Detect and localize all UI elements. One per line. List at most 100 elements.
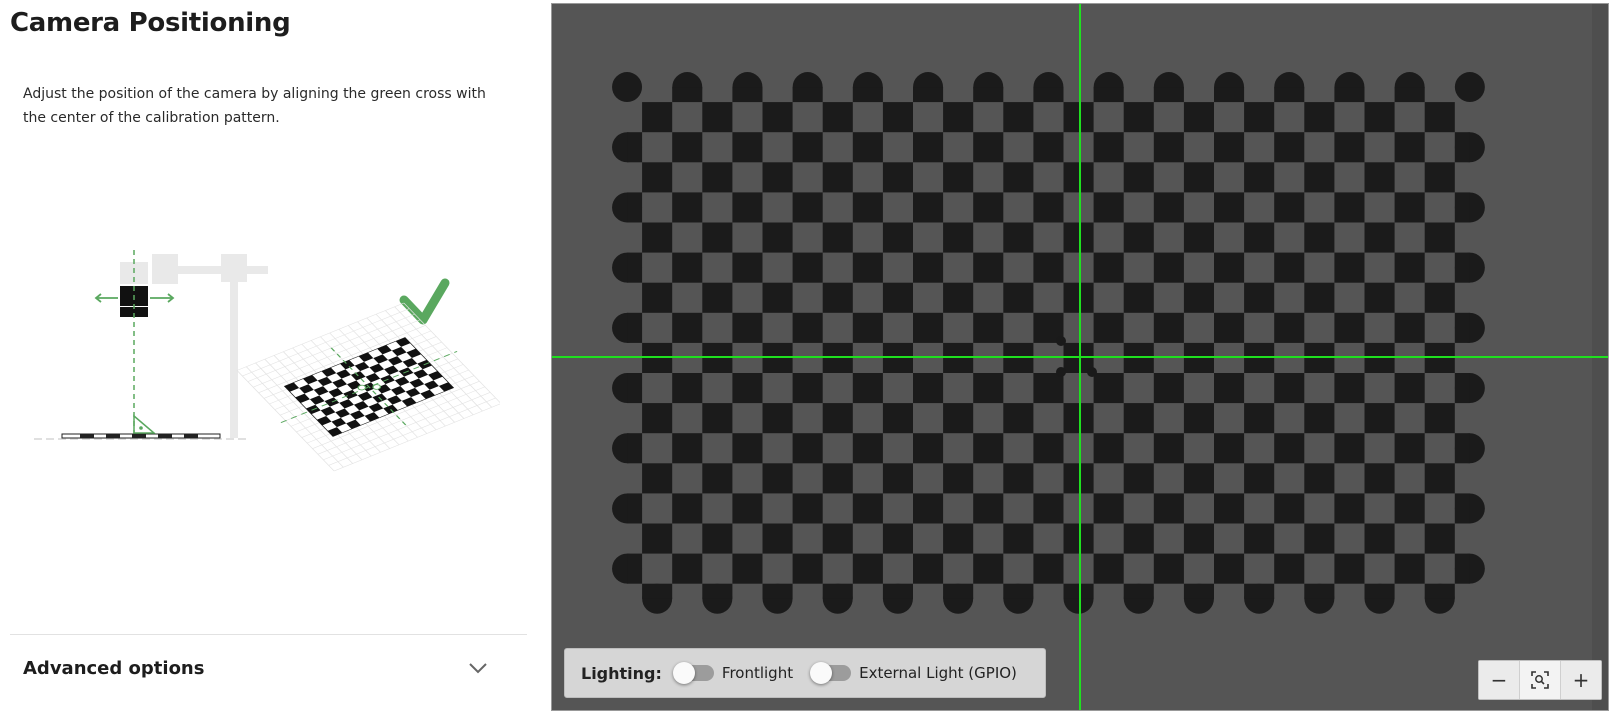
pattern-cell xyxy=(1093,433,1124,464)
advanced-options-toggle[interactable]: Advanced options xyxy=(10,648,510,688)
pattern-cell xyxy=(1244,102,1275,133)
pattern-cell xyxy=(943,162,974,193)
pattern-cell xyxy=(1364,102,1395,133)
pattern-cell xyxy=(672,312,703,343)
pattern-cell xyxy=(1093,553,1124,584)
pattern-cell xyxy=(702,222,733,253)
pattern-cell xyxy=(1274,192,1305,223)
pattern-cell xyxy=(1304,282,1335,313)
pattern-cell xyxy=(973,87,1004,103)
frontlight-toggle[interactable] xyxy=(672,662,714,684)
pattern-cell xyxy=(792,312,823,343)
pattern-cell xyxy=(1153,132,1184,163)
pattern-cell xyxy=(1123,523,1154,554)
pattern-cell xyxy=(943,403,974,434)
pattern-cell xyxy=(762,583,793,599)
instructions-panel: Camera Positioning Adjust the position o… xyxy=(0,0,530,718)
pattern-cell xyxy=(1364,523,1395,554)
pattern-cell xyxy=(1214,553,1245,584)
pattern-cell xyxy=(1304,162,1335,193)
chevron-down-icon[interactable] xyxy=(466,656,490,680)
pattern-cell xyxy=(1153,553,1184,584)
zoom-fit-button[interactable] xyxy=(1519,661,1561,699)
pattern-cell xyxy=(1334,493,1365,524)
pattern-cell xyxy=(732,553,763,584)
pattern-cell xyxy=(1424,403,1455,434)
pattern-cell xyxy=(1093,493,1124,524)
pattern-cell xyxy=(732,132,763,163)
pattern-cell xyxy=(732,493,763,524)
pattern-cell xyxy=(973,433,1004,464)
pattern-cell xyxy=(627,373,643,404)
pattern-cell xyxy=(627,493,643,524)
pattern-cell xyxy=(882,583,913,599)
pattern-cell xyxy=(1334,252,1365,283)
camera-positioning-illustration xyxy=(34,250,500,472)
pattern-cell xyxy=(1394,312,1425,343)
pattern-cell xyxy=(1183,162,1214,193)
pattern-cell xyxy=(913,252,944,283)
checkmark-icon xyxy=(399,278,450,325)
pattern-cell xyxy=(792,553,823,584)
pattern-cell xyxy=(1003,523,1034,554)
pattern-cell xyxy=(1334,132,1365,163)
pattern-cell xyxy=(792,493,823,524)
pattern-cell xyxy=(1424,162,1455,193)
pattern-cell xyxy=(1153,433,1184,464)
lighting-controls: Lighting: Frontlight External Light (GPI… xyxy=(564,648,1046,698)
pattern-cell xyxy=(1454,433,1470,464)
zoom-fit-icon xyxy=(1531,671,1549,689)
external-light-toggle[interactable] xyxy=(810,662,852,684)
pattern-cell xyxy=(882,403,913,434)
pattern-cell xyxy=(1364,162,1395,193)
pattern-cell xyxy=(822,222,853,253)
pattern-cell xyxy=(1093,87,1124,103)
pattern-cell xyxy=(1214,132,1245,163)
pattern-cell xyxy=(1183,102,1214,133)
pattern-cell xyxy=(913,493,944,524)
pattern-cell xyxy=(1183,583,1214,599)
pattern-cell xyxy=(1183,222,1214,253)
pattern-cell xyxy=(672,553,703,584)
pattern-cell xyxy=(1003,282,1034,313)
pattern-cell xyxy=(1454,493,1470,524)
pattern-cell xyxy=(792,132,823,163)
zoom-out-button[interactable]: − xyxy=(1479,661,1519,699)
pattern-cell xyxy=(1033,553,1064,584)
pattern-cell xyxy=(852,553,883,584)
pattern-cell xyxy=(1153,87,1184,103)
pattern-cell xyxy=(702,162,733,193)
pattern-cell xyxy=(1394,553,1425,584)
pattern-cell xyxy=(1003,403,1034,434)
pattern-cell xyxy=(642,222,673,253)
pattern-cell xyxy=(1274,252,1305,283)
pattern-cell xyxy=(822,403,853,434)
pattern-cell xyxy=(1304,403,1335,434)
pattern-cell xyxy=(882,463,913,494)
pattern-cell xyxy=(913,192,944,223)
pattern-cell xyxy=(1153,373,1184,404)
pattern-cell xyxy=(1274,433,1305,464)
pattern-cell xyxy=(1394,192,1425,223)
pattern-cell xyxy=(1454,312,1470,343)
pattern-cell xyxy=(1334,312,1365,343)
pattern-cell xyxy=(792,192,823,223)
pattern-cell xyxy=(1093,192,1124,223)
pattern-cell xyxy=(1364,463,1395,494)
pattern-cell xyxy=(973,312,1004,343)
pattern-cell xyxy=(1424,282,1455,313)
pattern-cell xyxy=(943,463,974,494)
pattern-cell xyxy=(762,102,793,133)
camera-live-view[interactable]: Lighting: Frontlight External Light (GPI… xyxy=(551,3,1609,711)
pattern-cell xyxy=(1214,312,1245,343)
pattern-cell xyxy=(1183,282,1214,313)
pattern-cell xyxy=(1214,252,1245,283)
pattern-cell xyxy=(1244,583,1275,599)
pattern-cell xyxy=(732,87,763,103)
zoom-in-button[interactable]: + xyxy=(1561,661,1601,699)
pattern-cell xyxy=(702,403,733,434)
pattern-cell xyxy=(732,433,763,464)
pattern-cell xyxy=(822,102,853,133)
pattern-cell xyxy=(973,132,1004,163)
pattern-cell xyxy=(732,312,763,343)
